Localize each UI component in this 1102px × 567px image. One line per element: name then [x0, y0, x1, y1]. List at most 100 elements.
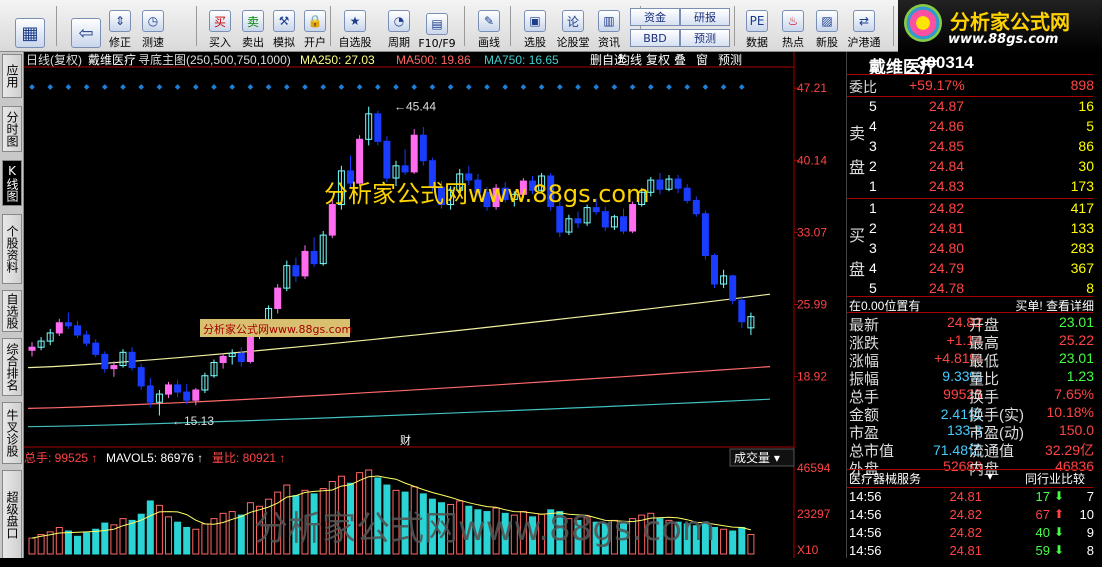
toolbar-label: 热点	[782, 36, 804, 49]
candle	[711, 253, 718, 289]
candle-body	[92, 342, 100, 355]
candle	[729, 274, 737, 305]
vol-header-0: 总手: 99525 ↑	[24, 451, 97, 465]
toolbar-button-0[interactable]: ▦	[10, 4, 50, 50]
candle-body	[165, 384, 172, 395]
status-bar	[0, 558, 1102, 567]
candle-body	[383, 140, 391, 179]
chart-tool-5[interactable]: 预测	[718, 53, 742, 67]
side-tab-4[interactable]: 自选股	[2, 290, 22, 332]
toolbar-button-16[interactable]: ♨ 热点	[776, 4, 810, 50]
chart-tool-4[interactable]: 窗	[696, 53, 708, 67]
candle-body	[64, 322, 72, 327]
toolbar-button-11[interactable]: ✎ 画线	[472, 4, 506, 50]
candle-body	[83, 334, 91, 344]
toolbar-label: 测速	[142, 36, 164, 49]
toolbar-button-15[interactable]: PE 数据	[740, 4, 774, 50]
toolbar-button-6[interactable]: ⚒ 模拟	[267, 4, 301, 50]
toolbar-button-2[interactable]: ⇕ 修正	[103, 4, 137, 50]
chart-tool-2[interactable]: 复权	[646, 53, 670, 67]
cycle-icon: ◔	[388, 10, 410, 32]
side-tab-5[interactable]: 综合排名	[2, 338, 22, 396]
industry-bar[interactable]: 医疗器械服务 ▾ 同行业比较	[847, 469, 1093, 486]
toolbar-button-12[interactable]: ▣ 选股	[518, 4, 552, 50]
stat-value: 25.22	[1058, 332, 1094, 348]
candle-body	[246, 334, 254, 362]
toolbar-label: 沪港通	[847, 36, 881, 49]
tick-price: 24.81	[949, 489, 982, 504]
stat-value: 23.01	[1058, 314, 1094, 330]
kline-chart[interactable]: 日线(复权) 戴维医疗 寻底主图(250,500,750,1000) MA250: 2…	[24, 52, 844, 560]
stock-code: 300314	[917, 53, 974, 72]
toolbar-separator	[56, 6, 57, 46]
flower-logo-icon	[904, 4, 942, 42]
toolbar-button-9[interactable]: ◔ 周期	[382, 4, 416, 50]
side-tab-0[interactable]: 应用	[2, 54, 22, 98]
max-price-label: ←45.44	[394, 99, 436, 113]
chart-tool-1[interactable]: 均线	[618, 53, 642, 67]
volume-bar	[729, 530, 737, 555]
tick-count: 9	[1086, 525, 1094, 540]
candle-body	[292, 265, 300, 277]
toolbar-separator	[510, 6, 511, 46]
divider	[847, 198, 1093, 199]
candle-body	[146, 385, 154, 403]
small-button-zijin[interactable]: 资金	[630, 8, 680, 26]
side-tab-2[interactable]: K线图	[2, 160, 22, 206]
candle-body	[592, 207, 600, 213]
candle	[356, 135, 364, 187]
kline-svg[interactable]: 日线(复权) 戴维医疗 寻底主图(250,500,750,1000) MA250: 2…	[24, 52, 844, 560]
volume-bar	[128, 519, 136, 555]
ask-volume: 30	[1078, 158, 1094, 174]
divider	[847, 96, 1093, 97]
chart-header-3: MA250: 27.03	[300, 53, 375, 67]
toolbar-label: 数据	[746, 36, 768, 49]
toolbar-button-10[interactable]: ▤ F10/F9	[418, 4, 456, 50]
candle-body	[274, 287, 282, 309]
stat-value: 1.23	[1066, 368, 1094, 384]
toolbar-button-17[interactable]: ▨ 新股	[810, 4, 844, 50]
tick-volume: 67	[1035, 507, 1050, 522]
side-tab-3[interactable]: 个股资料	[2, 214, 22, 284]
candle-body	[556, 206, 564, 233]
candle	[410, 129, 418, 174]
toolbar-button-1[interactable]: ⇦	[66, 4, 106, 50]
ask-level: 3	[869, 138, 877, 154]
toolbar-button-13[interactable]: 论论股堂	[556, 4, 590, 50]
side-tab-1[interactable]: 分时图	[2, 106, 22, 152]
ask-price: 24.85	[929, 138, 965, 154]
ask-volume: 5	[1086, 118, 1094, 134]
candle	[383, 136, 391, 183]
toolbar-button-5[interactable]: 卖卖出	[236, 4, 270, 50]
ask-volume: 86	[1078, 138, 1094, 154]
bid-volume: 8	[1086, 280, 1094, 296]
stat-value: 150.0	[1058, 422, 1094, 438]
f10-icon: ▤	[426, 13, 448, 35]
chart-tool-3[interactable]: 叠	[674, 53, 686, 67]
candle-body	[237, 352, 245, 362]
toolbar-button-14[interactable]: ▥ 资讯	[592, 4, 626, 50]
toolbar-button-8[interactable]: ★ 自选股	[338, 4, 372, 50]
candle-body	[692, 199, 700, 215]
vol-header-2: 量比: 80921 ↑	[212, 451, 285, 465]
volume-watermark: 分析家公式网www.88gs.com	[254, 509, 715, 549]
toolbar-button-18[interactable]: ⇄ 沪港通	[847, 4, 881, 50]
candle-body	[401, 165, 409, 173]
tick-down-arrow-icon: ⬇	[1053, 543, 1064, 557]
toolbar-button-3[interactable]: ◷ 测速	[136, 4, 170, 50]
chart-header-5: MA750: 16.65	[484, 53, 559, 67]
side-tab-7[interactable]: 超级盘口	[2, 470, 22, 560]
side-tab-6[interactable]: 牛叉诊股	[2, 402, 22, 464]
small-button-bbd[interactable]: BBD	[630, 29, 680, 47]
candle-body	[656, 179, 664, 190]
tick-price: 24.82	[949, 507, 982, 522]
tick-count: 7	[1086, 489, 1094, 504]
candle-body	[55, 322, 63, 334]
small-button-yuce[interactable]: 预测	[680, 29, 730, 47]
toolbar-button-7[interactable]: 🔒 开户	[298, 4, 332, 50]
finance-marker[interactable]: 财	[400, 433, 411, 447]
pen-icon: ✎	[478, 10, 500, 32]
toolbar-button-4[interactable]: 买买入	[203, 4, 237, 50]
toolbar-label: 卖出	[242, 36, 264, 49]
small-button-yanbao[interactable]: 研报	[680, 8, 730, 26]
